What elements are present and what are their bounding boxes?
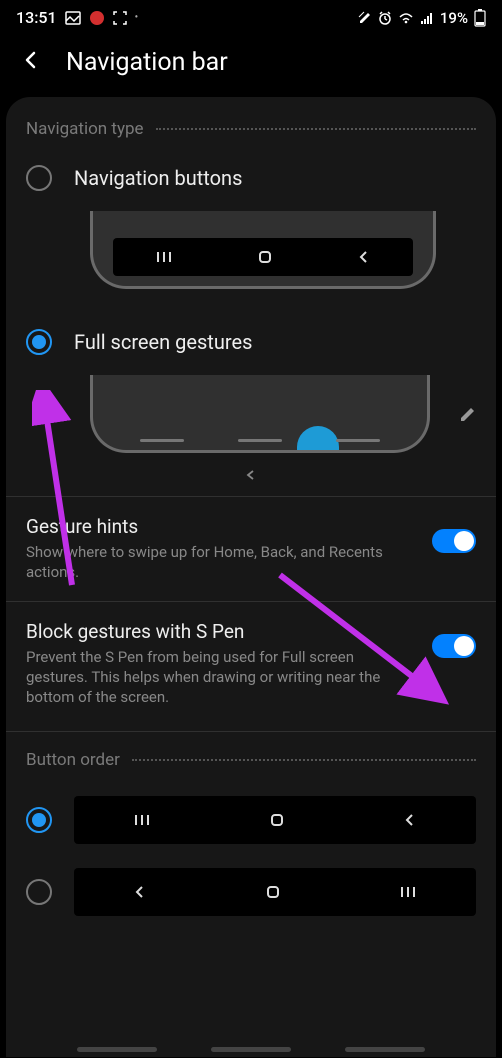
setting-title: Gesture hints bbox=[26, 515, 416, 538]
radio-unselected[interactable] bbox=[26, 879, 52, 905]
dot-icon: • bbox=[135, 12, 139, 23]
recents-icon bbox=[133, 813, 151, 827]
section-label: Navigation type bbox=[26, 119, 144, 139]
gesture-hints-row[interactable]: Gesture hints Show where to swipe up for… bbox=[6, 497, 496, 601]
option-label: Navigation buttons bbox=[74, 166, 242, 190]
battery-icon bbox=[474, 9, 486, 27]
recents-icon bbox=[155, 250, 173, 264]
section-divider bbox=[156, 128, 476, 130]
button-order-preview bbox=[74, 796, 476, 844]
back-nav-icon bbox=[133, 885, 147, 899]
home-icon bbox=[265, 884, 281, 900]
home-icon bbox=[269, 812, 285, 828]
app-icon bbox=[89, 10, 105, 26]
page-title: Navigation bar bbox=[66, 48, 228, 77]
gesture-preview bbox=[90, 375, 430, 453]
back-nav-icon bbox=[357, 250, 371, 264]
block-spen-row[interactable]: Block gestures with S Pen Prevent the S … bbox=[6, 602, 496, 726]
setting-desc: Prevent the S Pen from being used for Fu… bbox=[26, 647, 416, 708]
section-label: Button order bbox=[26, 750, 120, 770]
alarm-icon bbox=[378, 11, 392, 25]
radio-selected[interactable] bbox=[26, 807, 52, 833]
radio-unselected[interactable] bbox=[26, 165, 52, 191]
setting-desc: Show where to swipe up for Home, Back, a… bbox=[26, 542, 416, 583]
full-screen-gestures-option[interactable]: Full screen gestures bbox=[6, 317, 496, 367]
button-order-preview bbox=[74, 868, 476, 916]
setting-title: Block gestures with S Pen bbox=[26, 620, 416, 643]
section-divider bbox=[132, 759, 476, 761]
section-nav-type: Navigation type bbox=[6, 119, 496, 153]
system-gesture-hints bbox=[0, 1047, 502, 1052]
edit-button[interactable] bbox=[450, 396, 486, 432]
pen-icon bbox=[358, 11, 372, 25]
nav-buttons-option[interactable]: Navigation buttons bbox=[6, 153, 496, 203]
status-time: 13:51 bbox=[16, 8, 57, 27]
signal-icon bbox=[420, 11, 434, 25]
page-header: Navigation bar bbox=[0, 31, 502, 97]
back-button[interactable] bbox=[12, 45, 50, 79]
button-order-option-2[interactable] bbox=[6, 856, 496, 928]
recents-icon bbox=[399, 885, 417, 899]
expand-chevron[interactable] bbox=[6, 461, 496, 496]
back-nav-icon bbox=[403, 813, 417, 827]
nav-buttons-preview bbox=[90, 211, 436, 289]
block-spen-toggle[interactable] bbox=[432, 634, 476, 658]
gesture-hints-toggle[interactable] bbox=[432, 529, 476, 553]
wifi-icon bbox=[398, 11, 414, 25]
home-icon bbox=[257, 249, 273, 265]
button-order-option-1[interactable] bbox=[6, 784, 496, 856]
status-bar: 13:51 • 19% bbox=[0, 0, 502, 31]
gesture-thumb-icon bbox=[297, 426, 339, 450]
gallery-icon bbox=[65, 10, 81, 26]
battery-percent: 19% bbox=[440, 9, 468, 27]
scan-icon bbox=[113, 11, 127, 25]
radio-selected[interactable] bbox=[26, 329, 52, 355]
section-button-order: Button order bbox=[6, 732, 496, 784]
option-label: Full screen gestures bbox=[74, 330, 252, 354]
content-card: Navigation type Navigation buttons Full … bbox=[6, 97, 496, 1057]
